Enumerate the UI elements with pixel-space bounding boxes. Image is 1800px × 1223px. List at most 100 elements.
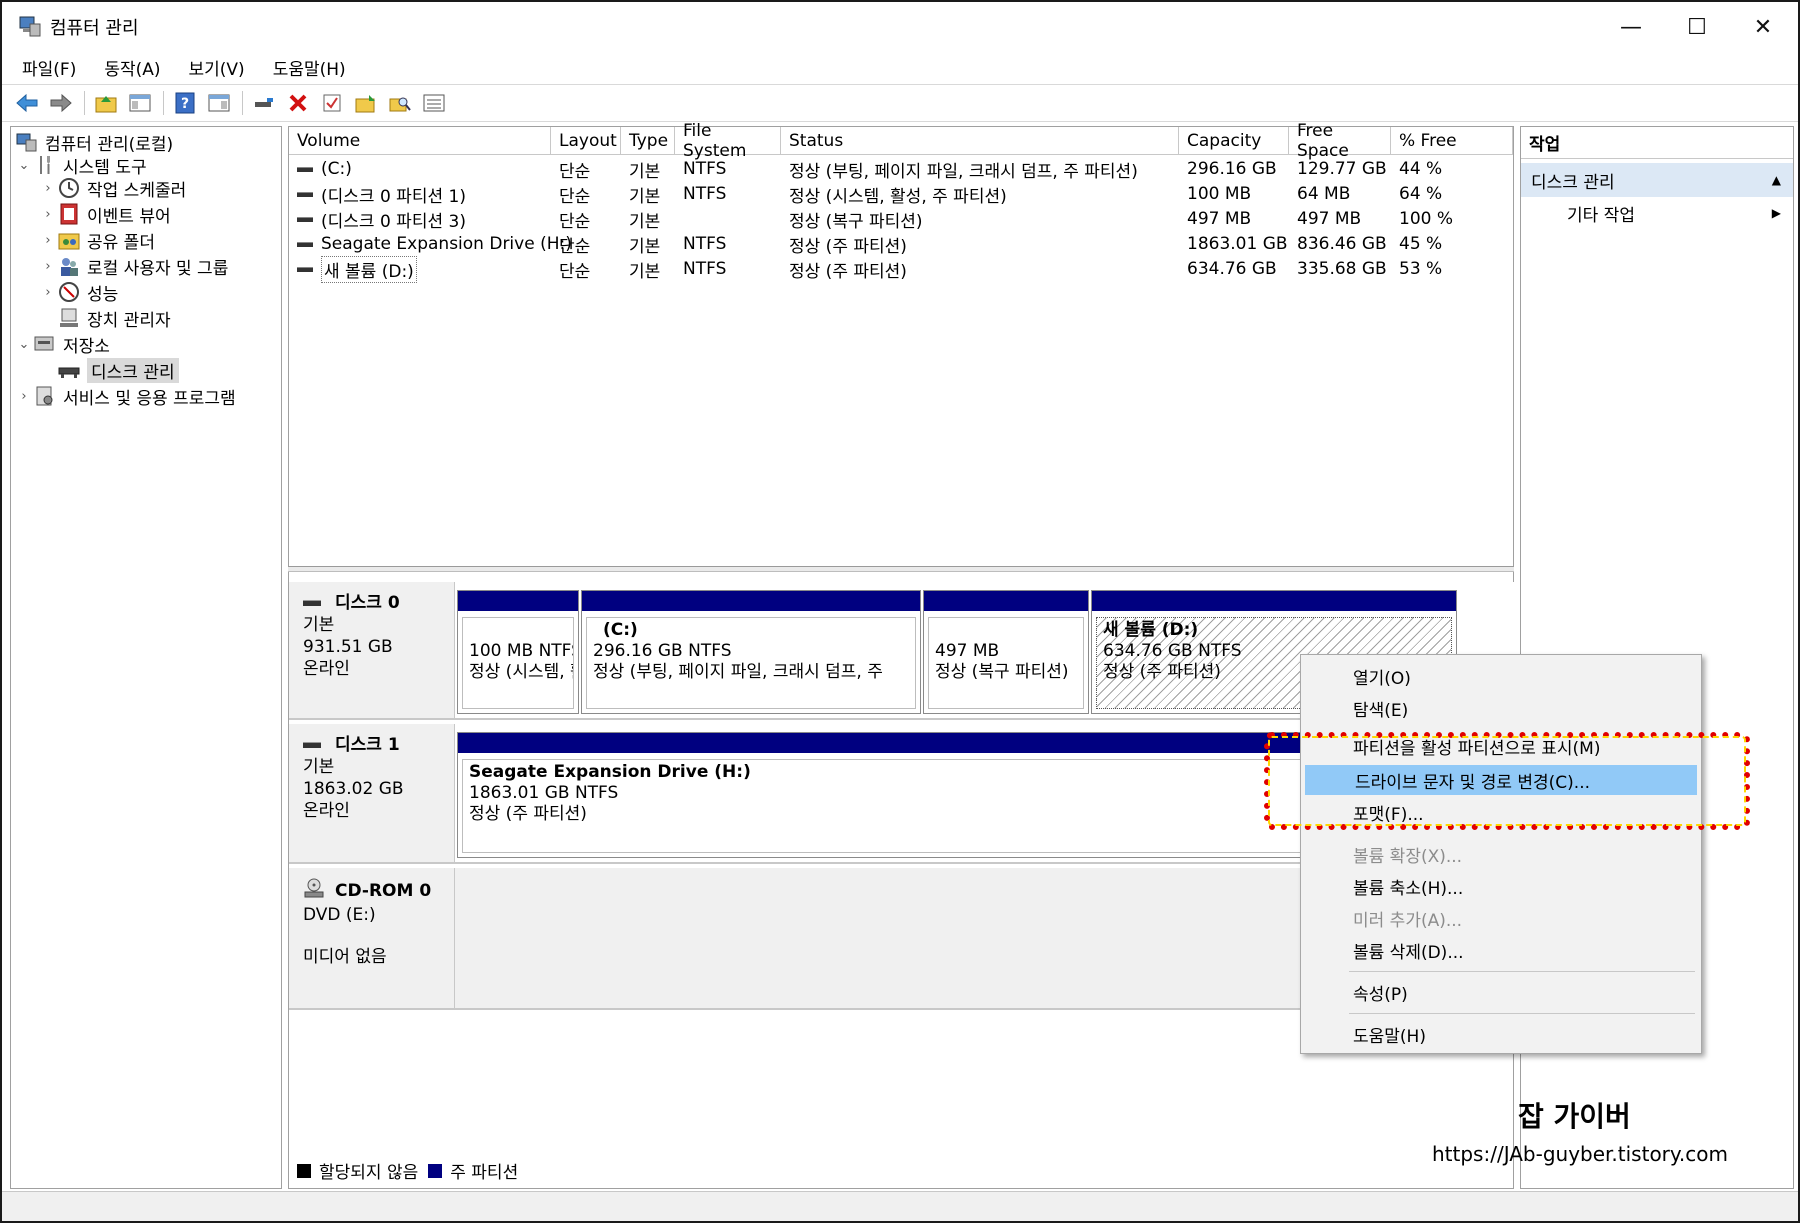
disk-management-icon [57, 359, 81, 381]
partition-body: 497 MB 정상 (복구 파티션) [928, 617, 1084, 709]
search-folder-icon[interactable] [387, 90, 413, 116]
chevron-down-icon[interactable]: ⌄ [15, 158, 33, 173]
menu-item-add-mirror[interactable]: 미러 추가(A)... [1303, 903, 1699, 933]
collapse-arrow-icon[interactable]: ▲ [1772, 173, 1781, 187]
menu-help[interactable]: 도움말(H) [271, 53, 348, 82]
type-cell: 기본 [629, 186, 661, 207]
console-tree: 컴퓨터 관리(로컬) ⌄ 시스템 도구 › 작업 스케줄러 › 이벤트 뷰어 ›… [10, 126, 282, 1189]
chevron-right-icon[interactable]: › [39, 207, 57, 222]
tree-item-event-viewer[interactable]: › 이벤트 뷰어 [39, 201, 171, 227]
legend-primary: 주 파티션 [450, 1163, 519, 1183]
callout-highlight [1264, 732, 1750, 830]
toolbar: ? [2, 84, 1798, 122]
menu-file[interactable]: 파일(F) [20, 53, 78, 82]
volume-name: Seagate Expansion Drive (H:) [321, 234, 572, 254]
menu-item-delete-volume[interactable]: 볼륨 삭제(D)... [1303, 935, 1699, 965]
chevron-right-icon[interactable]: › [39, 181, 57, 196]
partition-recovery[interactable]: 497 MB 정상 (복구 파티션) [923, 590, 1089, 714]
layout-cell: 단순 [559, 211, 591, 232]
legend-swatch-unallocated [297, 1163, 311, 1178]
menu-item-open[interactable]: 열기(O) [1303, 661, 1699, 691]
action-item-label: 기타 작업 [1567, 205, 1635, 226]
computer-management-icon [15, 131, 39, 153]
close-button[interactable]: ✕ [1738, 8, 1788, 46]
fs-cell: NTFS [683, 234, 727, 254]
volume-cell: (디스크 0 파티션 3) [297, 207, 466, 232]
minimize-button[interactable]: — [1606, 8, 1656, 46]
tree-label: 시스템 도구 [63, 157, 147, 178]
chevron-right-icon[interactable]: › [39, 259, 57, 274]
chevron-right-icon[interactable]: › [15, 389, 33, 404]
free-cell: 335.68 GB [1297, 259, 1387, 279]
menu-item-help[interactable]: 도움말(H) [1303, 1019, 1699, 1049]
toolbar-separator [84, 91, 85, 115]
chevron-right-icon[interactable]: › [39, 285, 57, 300]
column-header-type[interactable]: Type [621, 127, 675, 155]
properties-icon[interactable] [319, 90, 345, 116]
tools-icon [33, 154, 57, 176]
volume-name: (디스크 0 파티션 3) [321, 211, 466, 232]
menu-item-explore[interactable]: 탐색(E) [1303, 693, 1699, 723]
action-section-disk-management[interactable]: 디스크 관리 ▲ [1521, 163, 1793, 197]
volume-cell: (C:) [297, 157, 352, 181]
list-view-icon[interactable] [421, 90, 447, 116]
tree-item-device-manager[interactable]: 장치 관리자 [57, 305, 171, 331]
menu-item-shrink-volume[interactable]: 볼륨 축소(H)... [1303, 871, 1699, 901]
free-cell: 497 MB [1297, 209, 1362, 229]
maximize-button[interactable]: ☐ [1672, 8, 1722, 46]
disk-1-label[interactable]: 디스크 1 기본 1863.02 GB 온라인 [289, 724, 455, 864]
volume-icon [297, 191, 313, 197]
show-hide-action-pane-icon[interactable] [206, 90, 232, 116]
tree-item-services[interactable]: › 서비스 및 응용 프로그램 [15, 383, 236, 409]
layout-cell: 단순 [559, 186, 591, 207]
tree-item-shared-folders[interactable]: › 공유 폴더 [39, 227, 155, 253]
tree-item-performance[interactable]: › 성능 [39, 279, 118, 305]
type-cell: 기본 [629, 236, 661, 257]
menu-action[interactable]: 동작(A) [102, 53, 162, 82]
tree-item-storage[interactable]: ⌄ 저장소 [15, 331, 110, 357]
tree-item-disk-management[interactable]: 디스크 관리 [57, 357, 179, 383]
tree-item-local-users[interactable]: › 로컬 사용자 및 그룹 [39, 253, 228, 279]
action-more-actions[interactable]: 기타 작업 ▶ [1521, 197, 1793, 229]
disk-0-label[interactable]: 디스크 0 기본 931.51 GB 온라인 [289, 582, 455, 720]
partition-system[interactable]: 100 MB NTFS 정상 (시스템, 활성 [457, 590, 579, 714]
volume-name: 새 볼륨 (D:) [321, 255, 417, 283]
show-hide-console-tree-icon[interactable] [127, 90, 153, 116]
disk-icon [303, 600, 321, 606]
column-header-capacity[interactable]: Capacity [1179, 127, 1289, 155]
column-header-percent-free[interactable]: % Free [1391, 127, 1513, 155]
layout-cell: 단순 [559, 161, 591, 182]
volume-cell: Seagate Expansion Drive (H:) [297, 232, 572, 256]
forward-arrow-icon[interactable] [48, 90, 74, 116]
cdrom-label[interactable]: CD-ROM 0 DVD (E:) 미디어 없음 [289, 868, 455, 1010]
chevron-down-icon[interactable]: ⌄ [15, 337, 33, 352]
type-cell: 기본 [629, 261, 661, 282]
connect-drive-icon[interactable] [251, 90, 277, 116]
menu-item-properties[interactable]: 속성(P) [1303, 977, 1699, 1007]
up-folder-icon[interactable] [93, 90, 119, 116]
free-cell: 129.77 GB [1297, 159, 1387, 179]
event-viewer-icon [57, 203, 81, 225]
cdrom-icon [303, 878, 325, 904]
delete-icon[interactable] [285, 90, 311, 116]
partition-c[interactable]: (C:) 296.16 GB NTFS 정상 (부팅, 페이지 파일, 크래시 … [581, 590, 921, 714]
column-header-file-system[interactable]: File System [675, 121, 781, 161]
help-icon[interactable]: ? [172, 90, 198, 116]
pct-cell: 100 % [1399, 209, 1454, 229]
device-manager-icon [57, 307, 81, 329]
column-header-layout[interactable]: Layout [551, 127, 621, 155]
submenu-arrow-icon: ▶ [1771, 206, 1781, 220]
menu-item-extend-volume[interactable]: 볼륨 확장(X)... [1303, 839, 1699, 869]
menu-view[interactable]: 보기(V) [187, 53, 247, 82]
column-header-volume[interactable]: Volume [289, 127, 551, 155]
tree-item-task-scheduler[interactable]: › 작업 스케줄러 [39, 175, 186, 201]
chevron-right-icon[interactable]: › [39, 233, 57, 248]
column-header-free-space[interactable]: Free Space [1289, 121, 1391, 161]
fs-cell: NTFS [683, 159, 727, 179]
column-header-status[interactable]: Status [781, 127, 1179, 155]
refresh-folder-icon[interactable] [353, 90, 379, 116]
tree-label: 로컬 사용자 및 그룹 [87, 258, 229, 279]
volume-icon [297, 166, 313, 172]
back-arrow-icon[interactable] [14, 90, 40, 116]
partition-body: 100 MB NTFS 정상 (시스템, 활성 [462, 617, 574, 709]
